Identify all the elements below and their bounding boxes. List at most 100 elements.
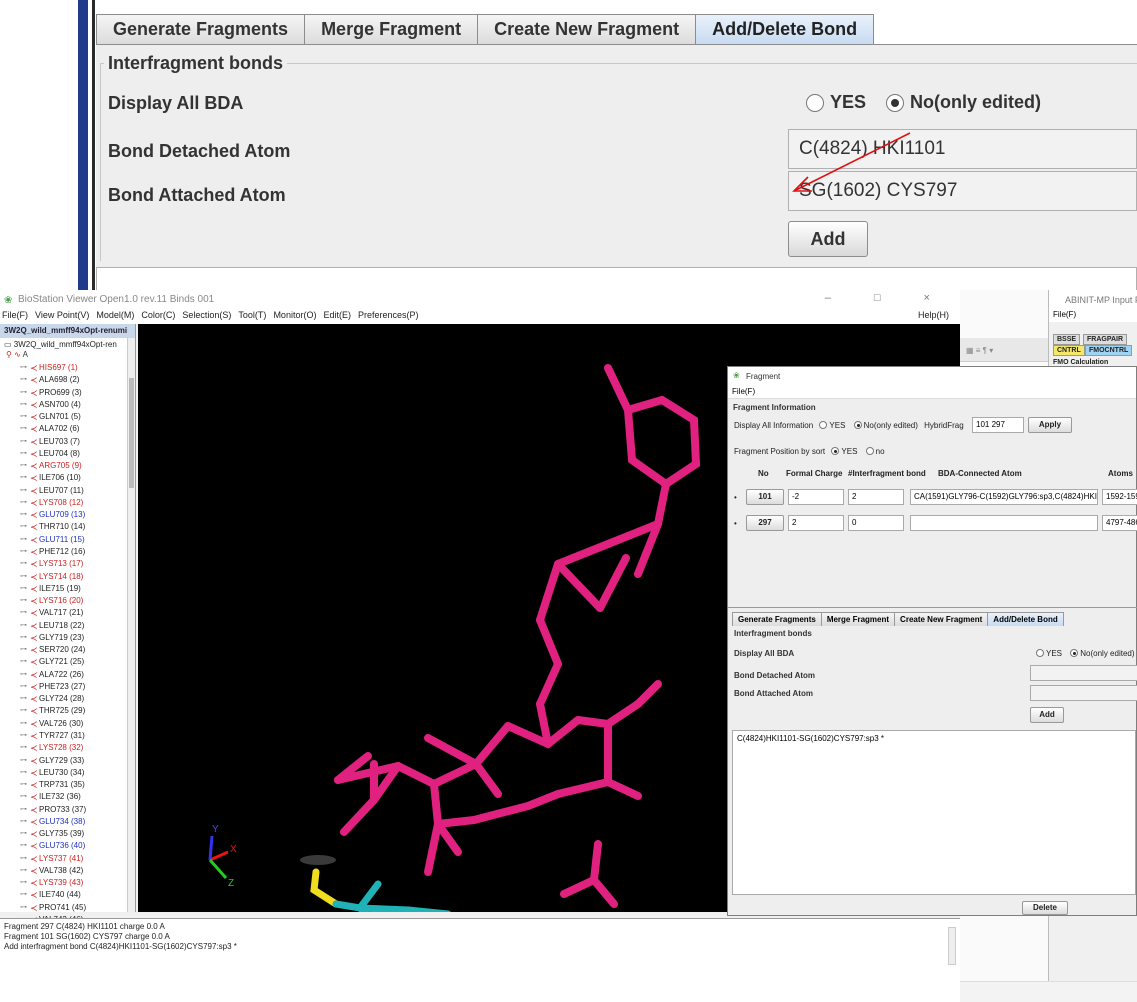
- expand-icon[interactable]: ⊶: [20, 718, 27, 730]
- tree-residue[interactable]: ⊶ ≺ SER720 (24): [0, 644, 135, 656]
- tree-residue[interactable]: ⊶ ≺ LEU707 (11): [0, 485, 135, 497]
- expand-icon[interactable]: ⊶: [20, 840, 27, 852]
- tree-residue[interactable]: ⊶ ≺ GLY729 (33): [0, 755, 135, 767]
- hybrid-frag-input[interactable]: 101 297: [972, 417, 1024, 433]
- expand-icon[interactable]: ⊶: [20, 387, 27, 399]
- menu-monitor[interactable]: Monitor(O): [273, 310, 316, 324]
- tree-residue[interactable]: ⊶ ≺ VAL717 (21): [0, 607, 135, 619]
- expand-icon[interactable]: ⊶: [20, 877, 27, 889]
- yes-radio[interactable]: [806, 93, 824, 112]
- expand-icon[interactable]: ⊶: [20, 791, 27, 803]
- expand-icon[interactable]: ⊶: [20, 571, 27, 583]
- sort-yes-radio[interactable]: [831, 447, 840, 455]
- menu-tool[interactable]: Tool(T): [238, 310, 266, 324]
- tree-residue[interactable]: ⊶ ≺ PRO733 (37): [0, 804, 135, 816]
- menu-preferences[interactable]: Preferences(P): [358, 310, 419, 324]
- tree-residue[interactable]: ⊶ ≺ LEU718 (22): [0, 620, 135, 632]
- expand-icon[interactable]: ⊶: [20, 546, 27, 558]
- expand-icon[interactable]: ⊶: [20, 362, 27, 374]
- tree-scrollbar[interactable]: [127, 338, 135, 912]
- tree-residue[interactable]: ⊶ ≺ LEU703 (7): [0, 436, 135, 448]
- tab-merge-fragment[interactable]: Merge Fragment: [820, 612, 896, 626]
- bda-yes-radio[interactable]: [1036, 649, 1044, 657]
- bond-detached-input[interactable]: [1030, 665, 1137, 681]
- expand-icon[interactable]: ⊶: [20, 436, 27, 448]
- menu-help[interactable]: Help(H): [918, 310, 949, 320]
- info-no-radio[interactable]: [853, 421, 862, 429]
- tab-fragpair[interactable]: FRAGPAIR: [1083, 334, 1128, 345]
- expand-icon[interactable]: ⊶: [20, 595, 27, 607]
- tree-residue[interactable]: ⊶ ≺ THR710 (14): [0, 521, 135, 533]
- info-yes-radio[interactable]: [819, 421, 828, 429]
- expand-icon[interactable]: ⊶: [20, 399, 27, 411]
- tab-generate-fragments[interactable]: Generate Fragments: [732, 612, 822, 626]
- fragment-row-atoms[interactable]: 1592-1593: [1102, 489, 1137, 505]
- expand-icon[interactable]: ⊶: [20, 521, 27, 533]
- expand-icon[interactable]: ⊶: [20, 804, 27, 816]
- tree-residue[interactable]: ⊶ ≺ GLN701 (5): [0, 411, 135, 423]
- expand-icon[interactable]: ⊶: [20, 779, 27, 791]
- tree-residue[interactable]: ⊶ ≺ ARG705 (9): [0, 460, 135, 472]
- expand-icon[interactable]: ⊶: [20, 583, 27, 595]
- expand-icon[interactable]: ⊶: [20, 497, 27, 509]
- tree-residue[interactable]: ⊶ ≺ GLU709 (13): [0, 509, 135, 521]
- expand-icon[interactable]: ⊶: [20, 644, 27, 656]
- expand-icon[interactable]: ⊶: [20, 460, 27, 472]
- menu-color[interactable]: Color(C): [141, 310, 175, 324]
- tree-residue[interactable]: ⊶ ≺ PHE723 (27): [0, 681, 135, 693]
- tree-residue[interactable]: ⊶ ≺ TYR727 (31): [0, 730, 135, 742]
- expand-icon[interactable]: ⊶: [20, 705, 27, 717]
- tree-residue[interactable]: ⊶ ≺ GLY724 (28): [0, 693, 135, 705]
- add-button[interactable]: Add: [788, 221, 868, 257]
- tree-residue[interactable]: ⊶ ≺ LYS714 (18): [0, 571, 135, 583]
- expand-icon[interactable]: ⊶: [20, 693, 27, 705]
- tree-residue[interactable]: ⊶ ≺ PRO741 (45): [0, 902, 135, 914]
- fragment-row-bonds[interactable]: 0: [848, 515, 904, 531]
- tab-create-new-fragment[interactable]: Create New Fragment: [477, 14, 697, 44]
- tab-merge-fragment[interactable]: Merge Fragment: [304, 14, 479, 44]
- tab-create-new-fragment[interactable]: Create New Fragment: [894, 612, 989, 626]
- tree-residue[interactable]: ⊶ ≺ HIS697 (1): [0, 362, 135, 374]
- expand-icon[interactable]: ⊶: [20, 472, 27, 484]
- expand-icon[interactable]: ⊶: [20, 730, 27, 742]
- expand-icon[interactable]: ⊶: [20, 755, 27, 767]
- apply-button[interactable]: Apply: [1028, 417, 1072, 433]
- bond-attached-input[interactable]: [1030, 685, 1137, 701]
- window-controls[interactable]: – □ ×: [825, 292, 950, 304]
- expand-icon[interactable]: ⊶: [20, 423, 27, 435]
- tree-residue[interactable]: ⊶ ≺ LYS739 (43): [0, 877, 135, 889]
- tree-residue[interactable]: ⊶ ≺ GLY735 (39): [0, 828, 135, 840]
- tree-root[interactable]: ▭ 3W2Q_wild_mmff94xOpt-ren: [0, 338, 135, 350]
- sort-no-radio[interactable]: [865, 447, 874, 455]
- menu-selection[interactable]: Selection(S): [182, 310, 231, 324]
- tree-residue[interactable]: ⊶ ≺ PHE712 (16): [0, 546, 135, 558]
- expand-icon[interactable]: ⊶: [20, 607, 27, 619]
- tree-residue[interactable]: ⊶ ≺ LYS708 (12): [0, 497, 135, 509]
- tree-residue[interactable]: ⊶ ≺ LEU730 (34): [0, 767, 135, 779]
- expand-icon[interactable]: ⊶: [20, 816, 27, 828]
- expand-icon[interactable]: ⊶: [20, 534, 27, 546]
- tree-residue[interactable]: ⊶ ≺ ALA722 (26): [0, 669, 135, 681]
- tab-add-delete-bond[interactable]: Add/Delete Bond: [695, 14, 875, 44]
- tree-scroll-thumb[interactable]: [129, 378, 134, 488]
- abinit-menu-file[interactable]: File(F): [1049, 310, 1137, 322]
- tab-fmocntrl[interactable]: FMOCNTRL: [1085, 345, 1133, 356]
- no-radio[interactable]: [886, 93, 905, 112]
- tree-residue[interactable]: ⊶ ≺ THR725 (29): [0, 705, 135, 717]
- menu-edit[interactable]: Edit(E): [323, 310, 351, 324]
- fragment-menu-file[interactable]: File(F): [728, 385, 1136, 399]
- tab-add-delete-bond[interactable]: Add/Delete Bond: [987, 612, 1064, 626]
- fragment-row-no[interactable]: 101: [746, 489, 784, 505]
- tree-residue[interactable]: ⊶ ≺ ALA698 (2): [0, 374, 135, 386]
- log-scrollbar[interactable]: [948, 927, 956, 965]
- tree-residue[interactable]: ⊶ ≺ ALA702 (6): [0, 423, 135, 435]
- bda-no-radio[interactable]: [1070, 649, 1079, 657]
- expand-icon[interactable]: ⊶: [20, 669, 27, 681]
- expand-icon[interactable]: ⊶: [20, 767, 27, 779]
- menu-view-point[interactable]: View Point(V): [35, 310, 89, 324]
- fragment-row-charge[interactable]: -2: [788, 489, 844, 505]
- tree-residue[interactable]: ⊶ ≺ ASN700 (4): [0, 399, 135, 411]
- tree-residue[interactable]: ⊶ ≺ ILE732 (36): [0, 791, 135, 803]
- tree-tab[interactable]: 3W2Q_wild_mmff94xOpt-renumi: [0, 324, 135, 338]
- tree-chain[interactable]: ⚲ ∿ A: [0, 350, 135, 362]
